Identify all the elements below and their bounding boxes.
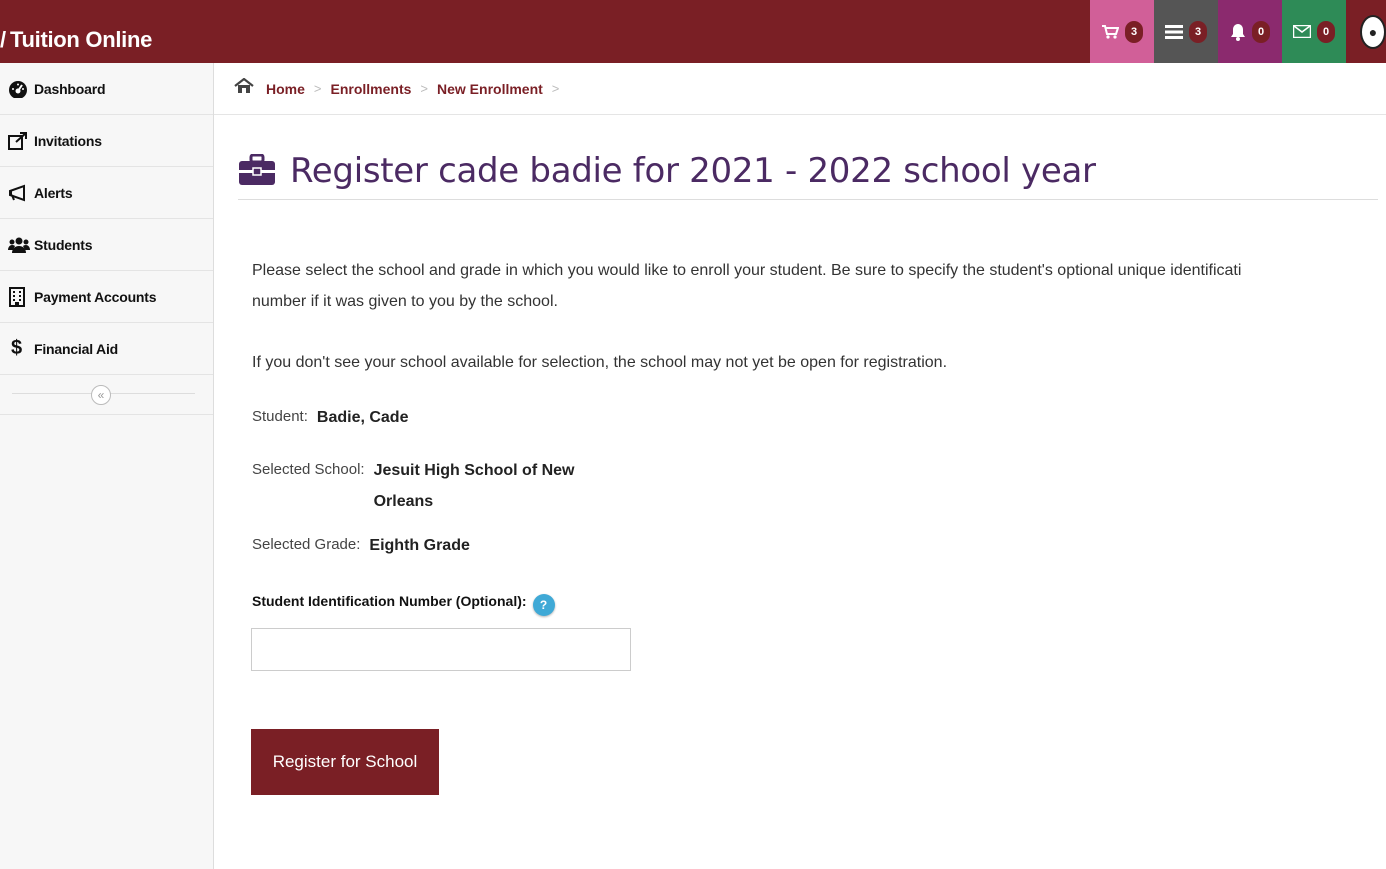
sidebar-item-label: Dashboard — [34, 80, 106, 97]
breadcrumb: Home > Enrollments > New Enrollment > — [214, 63, 1386, 115]
brand-icon: / — [0, 27, 6, 52]
sidebar-item-alerts[interactable]: Alerts — [0, 167, 213, 219]
messages-button[interactable]: 0 — [1282, 0, 1346, 63]
sidebar-item-label: Financial Aid — [34, 340, 119, 357]
list-count-badge: 3 — [1189, 20, 1207, 43]
avatar: ● — [1360, 14, 1386, 49]
student-id-input[interactable] — [251, 628, 631, 671]
list-button[interactable]: 3 — [1154, 0, 1218, 63]
chevron-right-icon: > — [551, 81, 560, 96]
sidebar-item-invitations[interactable]: Invitations — [0, 115, 213, 167]
student-value: Badie, Cade — [316, 409, 409, 426]
top-nav-icons: 3 3 0 0 ● — [1090, 0, 1386, 63]
sidebar-item-label: Payment Accounts — [34, 288, 157, 305]
sidebar-item-payment-accounts[interactable]: Payment Accounts — [0, 271, 213, 323]
cart-button[interactable]: 3 — [1090, 0, 1154, 63]
grade-label: Selected Grade: — [252, 536, 361, 553]
chevron-right-icon: > — [420, 81, 428, 96]
breadcrumb-new-enrollment[interactable]: New Enrollment — [437, 81, 543, 97]
sidebar: Dashboard Invitations Alerts Students Pa… — [0, 63, 214, 869]
list-icon — [1165, 24, 1183, 39]
messages-count-badge: 0 — [1317, 20, 1335, 43]
register-for-school-button[interactable]: Register for School — [251, 729, 439, 795]
page-title: Register cade badie for 2021 - 2022 scho… — [290, 151, 1096, 191]
grade-field: Selected Grade: Eighth Grade — [252, 536, 470, 561]
breadcrumb-enrollments[interactable]: Enrollments — [331, 81, 412, 97]
student-label: Student: — [252, 408, 308, 425]
intro-line-1: Please select the school and grade in wh… — [252, 262, 1242, 279]
school-label: Selected School: — [252, 461, 365, 478]
dashboard-icon — [8, 80, 34, 98]
sidebar-collapse-row: « — [0, 375, 213, 415]
student-field: Student: Badie, Cade — [252, 408, 408, 433]
student-id-label-row: Student Identification Number (Optional)… — [252, 586, 555, 616]
dollar-icon: $ — [11, 337, 23, 359]
page-header: Register cade badie for 2021 - 2022 scho… — [238, 148, 1378, 200]
user-menu-button[interactable]: ● — [1346, 0, 1386, 63]
sidebar-item-financial-aid[interactable]: $ Financial Aid — [0, 323, 213, 375]
briefcase-icon — [238, 153, 276, 186]
school-value: Jesuit High School of New Orleans — [373, 462, 575, 510]
brand-label: Tuition Online — [10, 27, 153, 52]
sidebar-item-label: Students — [34, 236, 93, 253]
school-field: Selected School: Jesuit High School of N… — [252, 461, 594, 517]
help-icon[interactable]: ? — [532, 594, 555, 616]
breadcrumb-home[interactable]: Home — [266, 81, 305, 97]
notifications-button[interactable]: 0 — [1218, 0, 1282, 63]
notifications-count-badge: 0 — [1252, 20, 1270, 43]
megaphone-icon — [8, 184, 34, 202]
bell-icon — [1231, 23, 1245, 41]
availability-note: If you don't see your school available f… — [252, 354, 948, 371]
external-link-icon — [8, 131, 34, 150]
sidebar-item-students[interactable]: Students — [0, 219, 213, 271]
home-icon — [234, 77, 254, 99]
collapse-sidebar-button[interactable]: « — [91, 385, 111, 405]
student-id-label: Student Identification Number (Optional)… — [252, 593, 527, 609]
cart-count-badge: 3 — [1125, 20, 1143, 43]
double-chevron-left-icon: « — [97, 388, 105, 402]
brand-title[interactable]: / Tuition Online — [0, 27, 152, 53]
top-navbar: / Tuition Online 3 3 0 0 ● — [0, 0, 1386, 63]
intro-line-2: number if it was given to you by the sch… — [252, 293, 558, 310]
sidebar-item-label: Invitations — [34, 132, 102, 149]
envelope-icon — [1293, 25, 1311, 38]
cart-icon — [1102, 24, 1119, 39]
intro-text: Please select the school and grade in wh… — [252, 255, 1386, 317]
building-icon — [8, 286, 34, 307]
sidebar-item-label: Alerts — [34, 184, 73, 201]
chevron-right-icon: > — [313, 81, 322, 96]
grade-value: Eighth Grade — [369, 537, 470, 554]
paw-icon: ● — [1368, 23, 1378, 40]
users-icon — [8, 236, 34, 254]
sidebar-item-dashboard[interactable]: Dashboard — [0, 63, 213, 115]
